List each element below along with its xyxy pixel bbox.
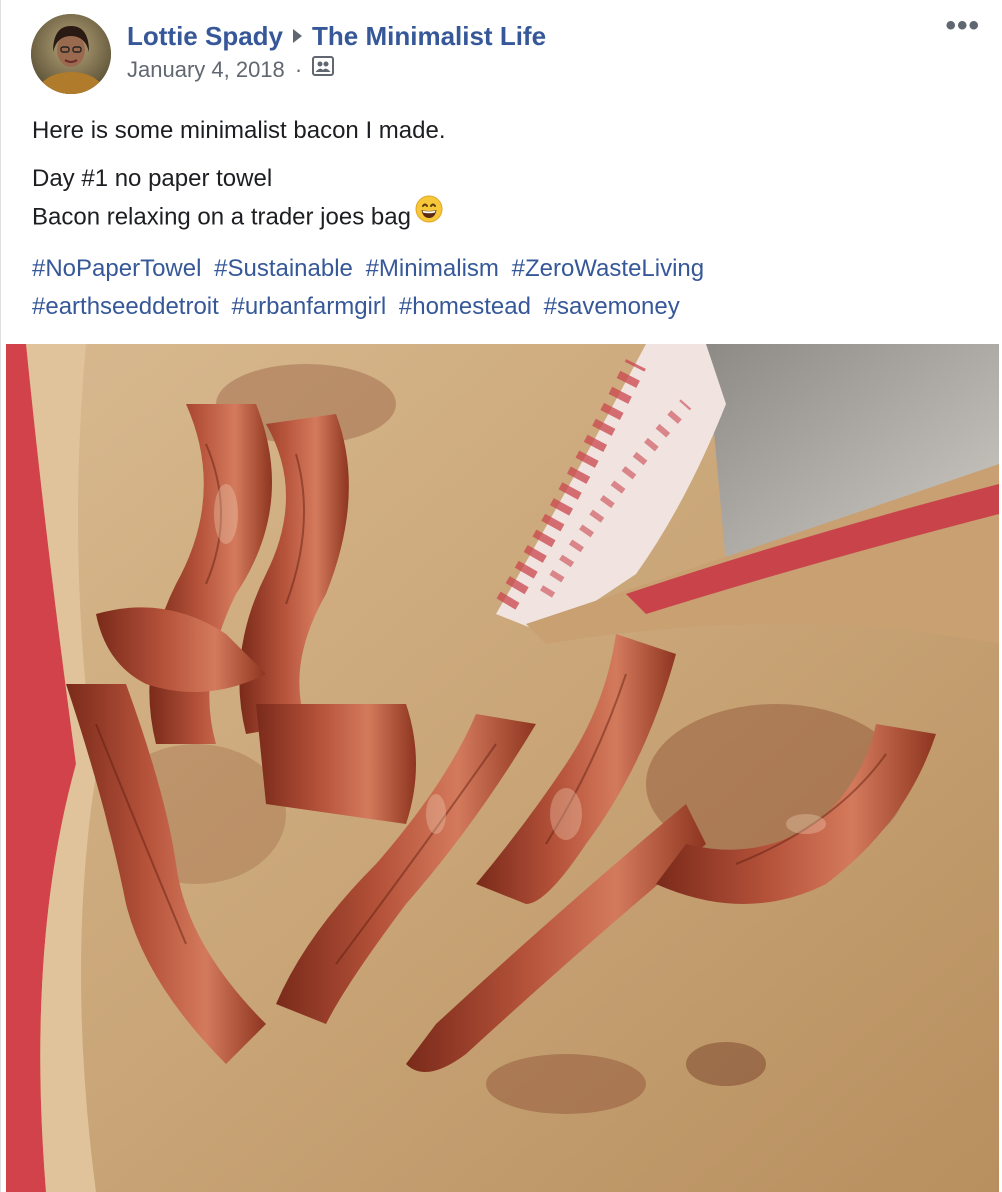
post-header: Lottie Spady The Minimalist Life January …: [31, 11, 992, 96]
arrow-right-icon: [293, 29, 303, 44]
post-date-line: January 4, 2018 ·: [127, 56, 546, 85]
post-meta: Lottie Spady The Minimalist Life January …: [127, 20, 546, 85]
group-name-link[interactable]: The Minimalist Life: [312, 21, 546, 51]
hashtag-link[interactable]: #Sustainable: [214, 255, 353, 282]
hashtag-link[interactable]: #urbanfarmgirl: [231, 293, 386, 320]
post-text-line: Day #1 no paper towel: [32, 165, 273, 192]
post-timestamp-link[interactable]: January 4, 2018: [127, 57, 285, 82]
hashtag-link[interactable]: #earthseeddetroit: [32, 293, 219, 320]
hashtag-list: #NoPaperTowel #Sustainable #Minimalism #…: [32, 250, 982, 326]
post-title-line: Lottie Spady The Minimalist Life: [127, 20, 546, 52]
author-avatar[interactable]: [31, 14, 111, 94]
meta-separator: ·: [294, 57, 303, 82]
hashtag-link[interactable]: #homestead: [399, 293, 531, 320]
post-photo[interactable]: [6, 344, 999, 1192]
more-options-icon[interactable]: •••: [945, 11, 980, 41]
grinning-face-icon: [415, 195, 443, 235]
post-text-line: Here is some minimalist bacon I made.: [32, 117, 446, 144]
hashtag-link[interactable]: #savemoney: [544, 293, 680, 320]
feed-post: Lottie Spady The Minimalist Life January …: [0, 0, 1002, 1192]
post-text-line: Bacon relaxing on a trader joes bag: [32, 203, 411, 231]
hashtag-link[interactable]: #NoPaperTowel: [32, 255, 201, 282]
hashtag-link[interactable]: #ZeroWasteLiving: [512, 255, 705, 282]
hashtag-link[interactable]: #Minimalism: [366, 255, 499, 282]
group-audience-icon[interactable]: [312, 55, 335, 83]
post-text-line-with-emoji: Bacon relaxing on a trader joes bag: [32, 195, 982, 238]
post-body: Here is some minimalist bacon I made. Da…: [32, 112, 982, 238]
bacon-on-paper-bag-photo: [6, 344, 999, 1192]
author-name-link[interactable]: Lottie Spady: [127, 21, 283, 51]
